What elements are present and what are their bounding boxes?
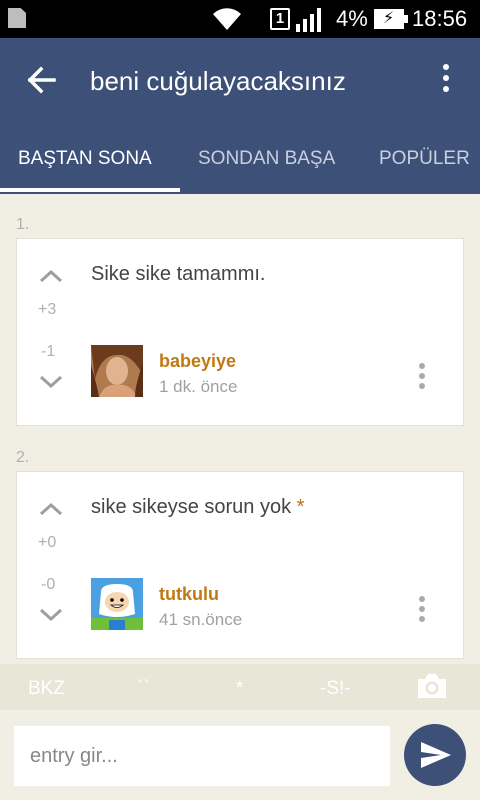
- app-bar: beni cuğulayacaksınız BAŞTAN SONA SONDAN…: [0, 38, 480, 194]
- tab-bar: BAŞTAN SONA SONDAN BAŞA POPÜLER: [0, 138, 480, 194]
- entry-card: +0 -0 sike sikeyse sorun yok * tutkulu 4…: [16, 471, 464, 659]
- upvote-count: +3: [38, 301, 57, 318]
- sim-slot-icon: 1: [270, 8, 290, 30]
- bkz-button[interactable]: BKZ: [28, 678, 65, 700]
- tab-sondan-basa[interactable]: SONDAN BAŞA: [198, 148, 335, 170]
- wifi-icon: [212, 6, 242, 37]
- upvote-chevron-icon[interactable]: [39, 269, 63, 283]
- entry-number: 1.: [16, 216, 30, 233]
- battery-percent: 4%: [336, 6, 368, 31]
- clock: 18:56: [412, 6, 468, 31]
- sd-card-icon: [8, 8, 26, 28]
- formatting-toolbar: BKZ `` * -S!-: [0, 664, 480, 710]
- avatar[interactable]: [91, 578, 143, 630]
- entry-time: 41 sn.önce: [159, 610, 243, 629]
- tab-bastan-sona[interactable]: BAŞTAN SONA: [18, 148, 152, 170]
- author-name[interactable]: babeyiye: [159, 351, 236, 372]
- entry-text: sike sikeyse sorun yok *: [91, 496, 304, 519]
- entry-text: Sike sike tamammı.: [91, 263, 266, 285]
- overflow-menu-icon[interactable]: [436, 64, 456, 96]
- battery-icon: ⚡: [374, 9, 408, 29]
- camera-icon[interactable]: [416, 672, 448, 700]
- active-tab-indicator: [0, 188, 180, 192]
- back-arrow-icon[interactable]: [24, 62, 60, 98]
- upvote-chevron-icon[interactable]: [39, 502, 63, 516]
- signal-icon: [296, 8, 324, 37]
- avatar[interactable]: [91, 345, 143, 397]
- downvote-chevron-icon[interactable]: [39, 375, 63, 389]
- star-marker: *: [296, 496, 305, 518]
- backtick-button[interactable]: ``: [137, 678, 150, 700]
- entry-number: 2.: [16, 449, 30, 466]
- star-button[interactable]: *: [236, 678, 243, 700]
- downvote-chevron-icon[interactable]: [39, 608, 63, 622]
- entry-card: +3 -1 Sike sike tamammı. babeyiye 1 dk. …: [16, 238, 464, 426]
- send-button[interactable]: [404, 724, 466, 786]
- page-title: beni cuğulayacaksınız: [90, 66, 346, 96]
- downvote-count: -0: [41, 576, 56, 593]
- downvote-count: -1: [41, 343, 56, 360]
- send-icon: [421, 742, 451, 768]
- entry-text-content: sike sikeyse sorun yok: [91, 496, 292, 518]
- entry-time: 1 dk. önce: [159, 377, 238, 396]
- spoiler-button[interactable]: -S!-: [320, 678, 351, 700]
- entry-input[interactable]: [14, 726, 390, 786]
- status-bar: 1 4% ⚡ 18:56: [0, 0, 480, 38]
- author-name[interactable]: tutkulu: [159, 584, 219, 605]
- tab-populer[interactable]: POPÜLER: [379, 148, 470, 170]
- compose-bar: [0, 710, 480, 800]
- entry-menu-icon[interactable]: [417, 363, 427, 393]
- entry-menu-icon[interactable]: [417, 596, 427, 626]
- upvote-count: +0: [38, 534, 57, 551]
